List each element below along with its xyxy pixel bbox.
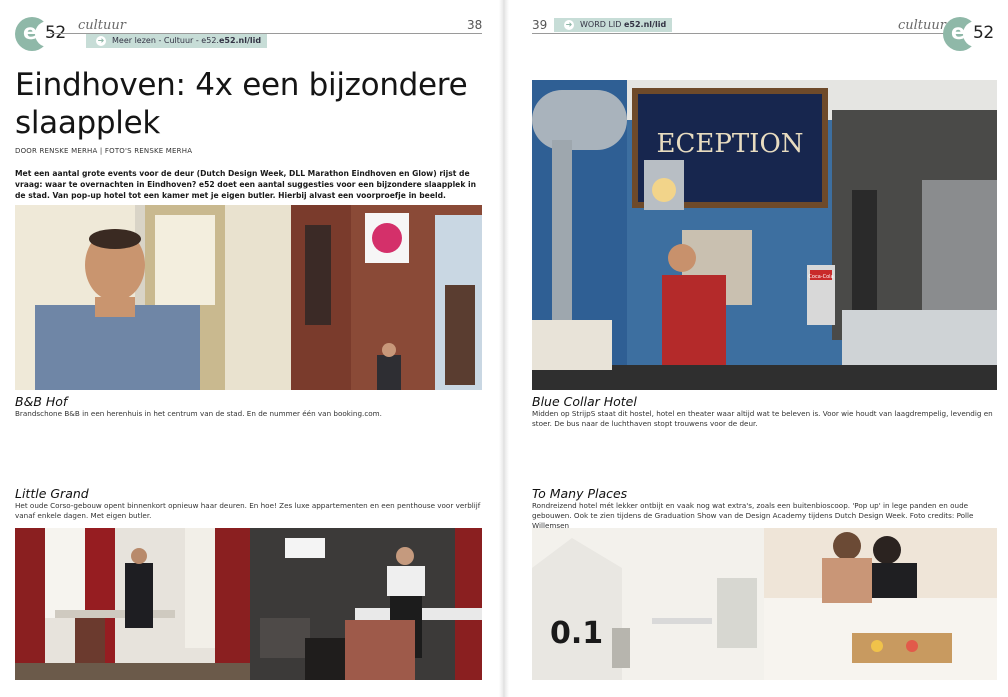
e52-logo: e 52 bbox=[15, 17, 69, 51]
header-rule bbox=[532, 33, 966, 34]
article-body: Midden op StrijpS staat dit hostel, hote… bbox=[532, 409, 993, 428]
article-title: To Many Places bbox=[532, 486, 628, 501]
headline: Eindhoven: 4x een bijzondere slaapplek bbox=[15, 67, 468, 141]
intro-paragraph: Met een aantal grote events voor de deur… bbox=[15, 169, 477, 200]
photo-little-grand bbox=[15, 528, 482, 680]
article-body: Rondreizend hotel mét lekker ontbijt en … bbox=[532, 501, 974, 530]
e52-logo: e 52 bbox=[943, 17, 997, 51]
article-title: Little Grand bbox=[15, 486, 89, 501]
article-title: Blue Collar Hotel bbox=[532, 394, 637, 409]
page-number: 39 bbox=[532, 18, 548, 32]
photo-bb-hof bbox=[15, 205, 482, 390]
article-body: Het oude Corso-gebouw opent binnenkort o… bbox=[15, 501, 481, 520]
photo-blue-collar: ECEPTION Coca-Cola bbox=[532, 80, 997, 390]
section-label: cultuur bbox=[898, 18, 946, 33]
arrow-right-icon: ➜ bbox=[96, 35, 106, 46]
read-more-link[interactable]: ➜ Meer lezen - Cultuur - e52.e52.nl/lid bbox=[86, 34, 268, 48]
arrow-right-icon: ➜ bbox=[564, 19, 574, 30]
right-page: 39 ➜ WORD LID e52.nl/lid cultuur e 52 ECE… bbox=[508, 0, 1008, 697]
article-title: B&B Hof bbox=[15, 394, 68, 409]
photo-to-many-places: 0.1 bbox=[532, 528, 997, 680]
svg-text:0.1: 0.1 bbox=[550, 616, 603, 651]
article-body: Brandschone B&B in een herenhuis in het … bbox=[15, 409, 382, 418]
section-label: cultuur bbox=[78, 18, 126, 33]
join-link[interactable]: ➜ WORD LID e52.nl/lid bbox=[554, 18, 673, 32]
left-page: e 52 cultuur 38 ➜ Meer lezen - Cultuur - … bbox=[0, 0, 500, 697]
svg-text:ECEPTION: ECEPTION bbox=[656, 129, 803, 159]
byline: DOOR RENSKE MERHA | FOTO'S RENSKE MERHA bbox=[15, 147, 193, 155]
svg-text:Coca-Cola: Coca-Cola bbox=[808, 274, 833, 280]
page-number: 38 bbox=[467, 18, 483, 32]
